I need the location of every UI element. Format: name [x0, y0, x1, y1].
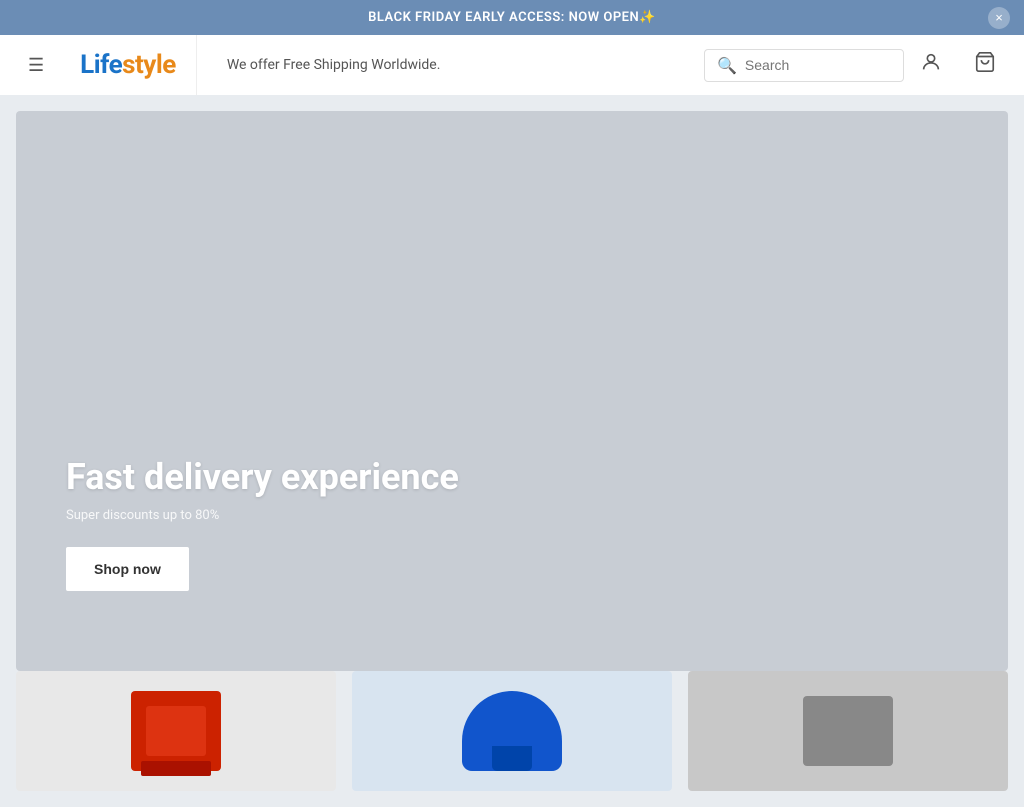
search-container[interactable]: 🔍: [704, 49, 904, 82]
hero-title: Fast delivery experience: [66, 456, 459, 498]
products-row: [16, 671, 1008, 791]
banner-text: BLACK FRIDAY EARLY ACCESS: NOW OPEN✨: [368, 10, 656, 25]
shop-now-button[interactable]: Shop now: [66, 547, 189, 591]
top-banner: BLACK FRIDAY EARLY ACCESS: NOW OPEN✨ ×: [0, 0, 1024, 35]
header: ☰ Lifestyle We offer Free Shipping World…: [0, 35, 1024, 95]
hero-banner: Fast delivery experience Super discounts…: [16, 111, 1008, 671]
menu-button[interactable]: ☰: [12, 45, 60, 86]
logo-container: Lifestyle: [60, 35, 197, 95]
hamburger-icon: ☰: [28, 55, 44, 76]
header-tagline: We offer Free Shipping Worldwide.: [197, 57, 704, 73]
user-icon: [920, 51, 942, 79]
logo-part1: Life: [80, 50, 122, 80]
product-card-1[interactable]: [16, 671, 336, 791]
logo-part2: style: [122, 50, 176, 80]
search-input[interactable]: [745, 57, 891, 73]
user-account-button[interactable]: [904, 41, 958, 89]
main-content: Fast delivery experience Super discounts…: [0, 95, 1024, 807]
hero-subtitle: Super discounts up to 80%: [66, 508, 459, 523]
cart-icon: [974, 51, 996, 79]
hero-text-area: Fast delivery experience Super discounts…: [66, 456, 459, 591]
cart-button[interactable]: [958, 41, 1012, 89]
logo[interactable]: Lifestyle: [80, 50, 176, 80]
search-icon: 🔍: [717, 56, 737, 75]
product-card-2[interactable]: [352, 671, 672, 791]
product-card-3[interactable]: [688, 671, 1008, 791]
banner-close-button[interactable]: ×: [988, 7, 1010, 29]
